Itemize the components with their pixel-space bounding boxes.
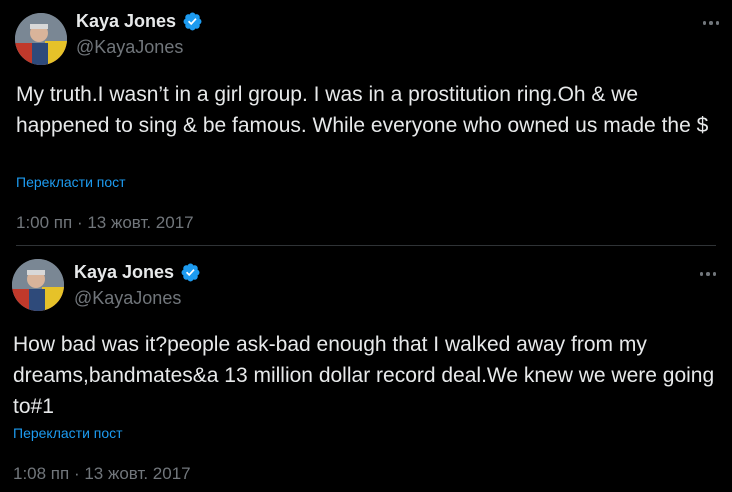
translate-post-link[interactable]: Перекласти пост: [13, 425, 123, 441]
avatar[interactable]: [15, 13, 67, 65]
more-options-icon[interactable]: [699, 13, 723, 33]
tweet-timestamp[interactable]: 1:00 пп · 13 жовт. 2017: [16, 213, 194, 233]
tweet-text: My truth.I wasn’t in a girl group. I was…: [16, 83, 709, 137]
verified-badge-icon: [182, 11, 203, 32]
verified-badge-icon: [180, 262, 201, 283]
author-name[interactable]: Kaya Jones: [74, 262, 174, 283]
tweet-text: How bad was it?people ask-bad enough tha…: [13, 333, 715, 418]
tweet-timestamp[interactable]: 1:08 пп · 13 жовт. 2017: [13, 464, 191, 484]
author-handle[interactable]: @KayaJones: [76, 37, 183, 58]
author-handle[interactable]: @KayaJones: [74, 288, 181, 309]
divider: [16, 245, 716, 246]
author-name[interactable]: Kaya Jones: [76, 11, 176, 32]
translate-post-link[interactable]: Перекласти пост: [16, 174, 126, 190]
tweet-2[interactable]: Kaya Jones @KayaJones How bad was it?peo…: [0, 248, 732, 492]
avatar[interactable]: [12, 259, 64, 311]
more-options-icon[interactable]: [696, 264, 720, 284]
tweet-1[interactable]: Kaya Jones @KayaJones My truth.I wasn’t …: [0, 0, 732, 246]
